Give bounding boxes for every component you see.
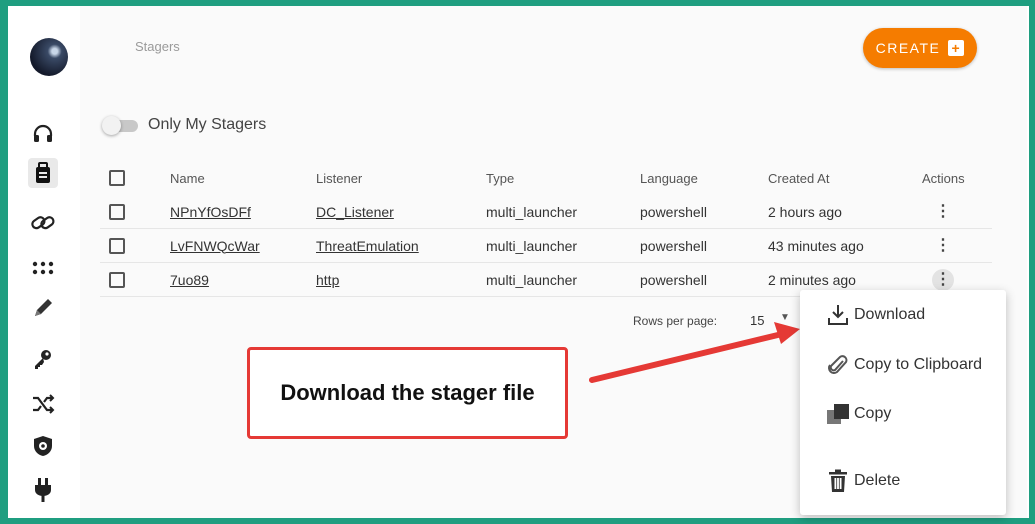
- menu-item-label: Download: [854, 306, 926, 323]
- rows-per-page-select[interactable]: 15: [750, 313, 764, 328]
- stager-created-at: 2 hours ago: [768, 195, 922, 229]
- select-all-checkbox[interactable]: [109, 170, 125, 187]
- menu-item-label: Copy: [854, 405, 892, 422]
- download-icon: [824, 303, 852, 327]
- pencil-icon[interactable]: [28, 293, 58, 323]
- stager-language: powershell: [640, 228, 768, 263]
- stager-type: multi_launcher: [486, 262, 640, 297]
- stager-name-link[interactable]: 7uo89: [170, 272, 209, 288]
- column-header-name[interactable]: Name: [170, 161, 316, 195]
- plus-box-icon: +: [948, 40, 965, 56]
- only-my-stagers-toggle[interactable]: [102, 115, 138, 135]
- stager-name-link[interactable]: LvFNWQcWar: [170, 238, 260, 254]
- menu-item-download[interactable]: Download: [800, 295, 1006, 335]
- annotation-text: Download the stager file: [280, 380, 535, 405]
- rows-per-page-label: Rows per page:: [633, 314, 718, 328]
- key-icon[interactable]: [28, 344, 58, 374]
- briefcase-icon[interactable]: [28, 158, 58, 188]
- column-header-listener[interactable]: Listener: [316, 161, 486, 195]
- create-label: CREATE: [875, 40, 941, 56]
- row-actions-menu-icon[interactable]: ⋮: [932, 235, 954, 257]
- copy-icon: [824, 402, 852, 426]
- create-button[interactable]: CREATE +: [863, 28, 977, 68]
- stager-language: powershell: [640, 262, 768, 297]
- trash-icon: [824, 469, 852, 493]
- stager-language: powershell: [640, 195, 768, 229]
- stager-type: multi_launcher: [486, 228, 640, 263]
- shield-gear-icon[interactable]: [28, 431, 58, 461]
- menu-item-copy[interactable]: Copy: [800, 394, 1006, 434]
- row-actions-menu-icon[interactable]: ⋮: [932, 201, 954, 223]
- caret-down-icon[interactable]: ▼: [780, 312, 790, 323]
- row-checkbox[interactable]: [109, 272, 125, 289]
- menu-item-copy-to-clipboard[interactable]: Copy to Clipboard: [800, 345, 1006, 385]
- column-header-language[interactable]: Language: [640, 161, 768, 195]
- plug-icon[interactable]: [28, 475, 58, 505]
- column-header-created-at[interactable]: Created At: [768, 161, 922, 195]
- row-checkbox[interactable]: [109, 204, 125, 221]
- menu-item-delete[interactable]: Delete: [800, 461, 1006, 501]
- headphones-icon[interactable]: [28, 119, 58, 149]
- column-header-type[interactable]: Type: [486, 161, 640, 195]
- breadcrumb[interactable]: Stagers: [135, 39, 180, 54]
- row-actions-context-menu: Download Copy to Clipboard Copy Delete: [800, 290, 1006, 515]
- menu-item-label: Copy to Clipboard: [854, 356, 983, 373]
- dots-grid-icon[interactable]: [28, 253, 58, 283]
- sidebar: [8, 6, 81, 518]
- annotation-callout: Download the stager file: [247, 347, 568, 439]
- stagers-table: Name Listener Type Language Created At A…: [100, 161, 992, 297]
- shuffle-icon[interactable]: [28, 389, 58, 419]
- stager-type: multi_launcher: [486, 195, 640, 229]
- row-actions-menu-icon[interactable]: ⋮: [932, 268, 954, 291]
- listener-link[interactable]: ThreatEmulation: [316, 238, 419, 254]
- stager-created-at: 43 minutes ago: [768, 228, 922, 263]
- listener-link[interactable]: http: [316, 272, 339, 288]
- paperclip-icon: [824, 353, 852, 377]
- listener-link[interactable]: DC_Listener: [316, 204, 394, 220]
- app-logo[interactable]: [30, 38, 68, 76]
- menu-item-label: Delete: [854, 472, 901, 489]
- only-my-stagers-label: Only My Stagers: [148, 116, 267, 133]
- stager-name-link[interactable]: NPnYfOsDFf: [170, 204, 251, 220]
- table-row[interactable]: LvFNWQcWar ThreatEmulation multi_launche…: [100, 228, 992, 263]
- toggle-knob: [102, 116, 121, 135]
- table-header-row: Name Listener Type Language Created At A…: [100, 161, 992, 195]
- table-row[interactable]: NPnYfOsDFf DC_Listener multi_launcher po…: [100, 195, 992, 229]
- row-checkbox[interactable]: [109, 238, 125, 255]
- link-icon[interactable]: [28, 208, 58, 238]
- column-header-actions: Actions: [922, 170, 965, 186]
